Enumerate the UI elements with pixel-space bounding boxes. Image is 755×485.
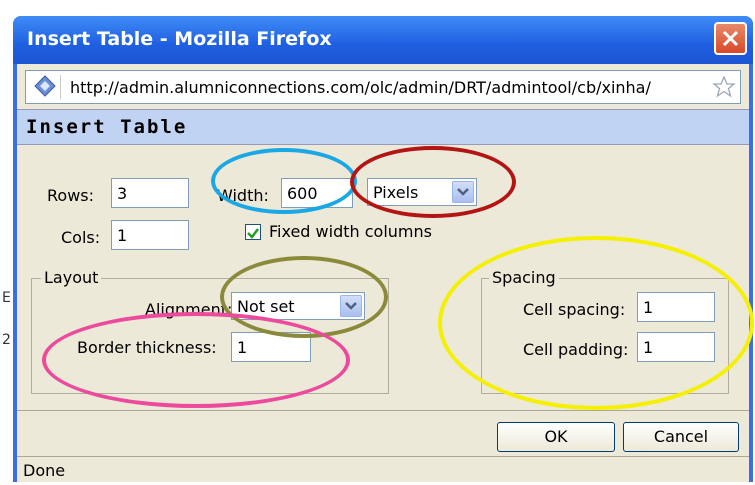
cell-spacing-input[interactable]: 1	[637, 292, 715, 322]
url-bar: http://admin.alumniconnections.com/olc/a…	[17, 64, 749, 109]
spacing-legend: Spacing	[489, 268, 559, 287]
browser-window: Insert Table - Mozilla Firefox http://ad…	[13, 16, 753, 482]
layout-legend: Layout	[41, 268, 102, 287]
fixed-width-checkbox[interactable]	[245, 224, 261, 240]
cell-spacing-label: Cell spacing:	[523, 300, 626, 319]
width-label: Width:	[217, 186, 269, 205]
cell-padding-input[interactable]: 1	[637, 332, 715, 362]
dialog-title: Insert Table	[26, 116, 188, 138]
url-field[interactable]: http://admin.alumniconnections.com/olc/a…	[25, 70, 741, 104]
cell-padding-label: Cell padding:	[523, 340, 629, 359]
close-button[interactable]	[714, 22, 747, 55]
ok-button[interactable]: OK	[497, 422, 615, 452]
bookmark-star-icon[interactable]	[712, 75, 736, 99]
fixed-width-label: Fixed width columns	[269, 222, 432, 241]
background-page-fragment: 2	[2, 332, 11, 348]
cancel-button[interactable]: Cancel	[623, 422, 739, 452]
status-bar: Done	[17, 456, 749, 482]
chevron-down-icon[interactable]	[452, 181, 474, 203]
window-content: http://admin.alumniconnections.com/olc/a…	[17, 64, 749, 482]
width-units-value: Pixels	[373, 183, 419, 202]
width-input[interactable]: 600	[281, 178, 353, 208]
site-identity-icon[interactable]	[34, 75, 61, 99]
button-separator	[17, 410, 749, 411]
alignment-value: Not set	[237, 297, 295, 316]
rows-label: Rows:	[47, 186, 94, 205]
alignment-label: Alignment:	[145, 300, 233, 319]
cols-input[interactable]: 1	[111, 220, 189, 250]
border-thickness-input[interactable]: 1	[231, 332, 311, 362]
chevron-down-icon[interactable]	[340, 295, 362, 317]
window-title: Insert Table - Mozilla Firefox	[27, 28, 332, 50]
dialog-heading: Insert Table	[17, 109, 749, 145]
checkmark-icon	[247, 228, 259, 239]
width-units-select[interactable]: Pixels	[367, 178, 477, 206]
close-icon	[722, 30, 739, 47]
url-text: http://admin.alumniconnections.com/olc/a…	[70, 78, 651, 97]
title-bar[interactable]: Insert Table - Mozilla Firefox	[13, 16, 753, 64]
background-page-fragment: E	[2, 290, 11, 306]
border-thickness-label: Border thickness:	[77, 338, 217, 357]
alignment-select[interactable]: Not set	[231, 292, 365, 320]
cols-label: Cols:	[61, 228, 101, 247]
status-text: Done	[23, 461, 66, 480]
rows-input[interactable]: 3	[111, 178, 189, 208]
